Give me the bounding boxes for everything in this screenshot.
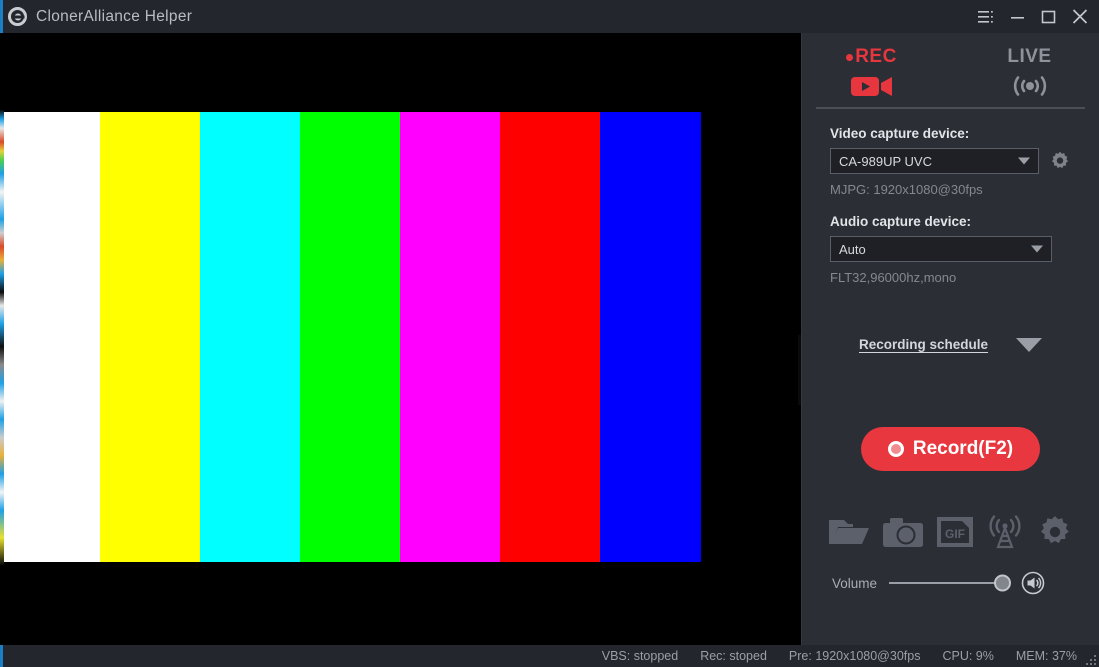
minimize-icon[interactable] <box>1002 1 1033 32</box>
volume-row: Volume <box>802 571 1099 595</box>
lifebuoy-icon <box>8 7 27 26</box>
tab-live[interactable]: LIVE <box>987 46 1073 101</box>
video-settings-gear-icon[interactable] <box>1049 150 1071 172</box>
status-mem: MEM: 37% <box>1015 649 1077 663</box>
recording-schedule-link[interactable]: Recording schedule <box>859 337 988 352</box>
svg-text:GIF: GIF <box>945 527 965 541</box>
camera-icon[interactable] <box>882 515 924 549</box>
color-bar <box>500 112 600 562</box>
status-rec: Rec: stoped <box>700 649 767 663</box>
video-device-select[interactable]: CA-989UP UVC <box>830 148 1039 174</box>
video-format-hint: MJPG: 1920x1080@30fps <box>830 182 983 197</box>
recording-schedule-row[interactable]: Recording schedule <box>802 337 1099 352</box>
volume-label: Volume <box>832 575 878 591</box>
tabs-divider <box>816 107 1085 109</box>
preview-edge-artifact <box>0 110 4 565</box>
bottom-toolbar: GIF <box>802 515 1099 549</box>
gear-icon[interactable] <box>1037 515 1073 549</box>
application-window: ClonerAlliance Helper REC LIVE Video cap… <box>0 0 1099 667</box>
audio-format-hint: FLT32,96000hz,mono <box>830 270 957 285</box>
title-bar: ClonerAlliance Helper <box>0 0 1099 33</box>
video-device-label: Video capture device: <box>830 126 970 141</box>
chevron-down-icon <box>1018 157 1030 165</box>
chevron-down-icon <box>1031 245 1043 253</box>
tab-rec[interactable]: REC <box>829 46 915 101</box>
tab-rec-label: REC <box>855 46 897 67</box>
device-section: Video capture device: CA-989UP UVC MJPG:… <box>802 126 1099 285</box>
camcorder-icon <box>850 71 894 101</box>
status-bar: VBS: stopped Rec: stoped Pre: 1920x1080@… <box>0 645 1099 667</box>
speaker-icon[interactable] <box>1021 571 1045 595</box>
color-bar <box>100 112 200 562</box>
video-device-value: CA-989UP UVC <box>839 153 932 169</box>
gif-icon[interactable]: GIF <box>936 515 974 549</box>
mode-tabs: REC LIVE <box>802 33 1099 101</box>
color-bar <box>200 112 300 562</box>
video-preview[interactable] <box>0 33 801 645</box>
folder-icon[interactable] <box>828 515 870 549</box>
status-cpu: CPU: 9% <box>942 649 994 663</box>
title-bar-left: ClonerAlliance Helper <box>3 7 192 26</box>
hamburger-menu-icon[interactable] <box>971 1 1002 32</box>
status-vbs: VBS: stopped <box>601 649 679 663</box>
control-panel: REC LIVE Video capture device: CA-989UP … <box>801 33 1099 645</box>
video-device-row: CA-989UP UVC <box>830 148 1071 174</box>
color-bar <box>600 112 701 562</box>
color-bar <box>400 112 500 562</box>
maximize-icon[interactable] <box>1033 1 1064 32</box>
color-bars <box>0 112 701 562</box>
audio-device-label: Audio capture device: <box>830 214 972 229</box>
color-bar <box>300 112 400 562</box>
volume-track <box>889 582 1010 584</box>
record-button-wrap: Record(F2) <box>802 427 1099 471</box>
color-bar <box>0 112 100 562</box>
close-icon[interactable] <box>1064 1 1095 32</box>
status-preview: Pre: 1920x1080@30fps <box>788 649 921 663</box>
volume-slider[interactable] <box>889 574 1012 592</box>
rec-dot-icon <box>846 53 854 61</box>
volume-thumb[interactable] <box>994 574 1012 592</box>
audio-device-value: Auto <box>839 241 866 257</box>
record-dot-icon <box>887 441 904 457</box>
record-button[interactable]: Record(F2) <box>860 427 1041 471</box>
app-title: ClonerAlliance Helper <box>36 7 193 25</box>
audio-device-select[interactable]: Auto <box>830 236 1052 262</box>
record-button-label: Record(F2) <box>912 438 1014 459</box>
broadcast-waves-icon <box>1007 71 1053 101</box>
tab-live-label: LIVE <box>1007 46 1052 67</box>
resize-grip-icon[interactable] <box>1086 655 1096 665</box>
antenna-icon[interactable] <box>985 515 1025 549</box>
chevron-down-icon[interactable] <box>1016 337 1043 352</box>
window-controls <box>971 1 1099 32</box>
